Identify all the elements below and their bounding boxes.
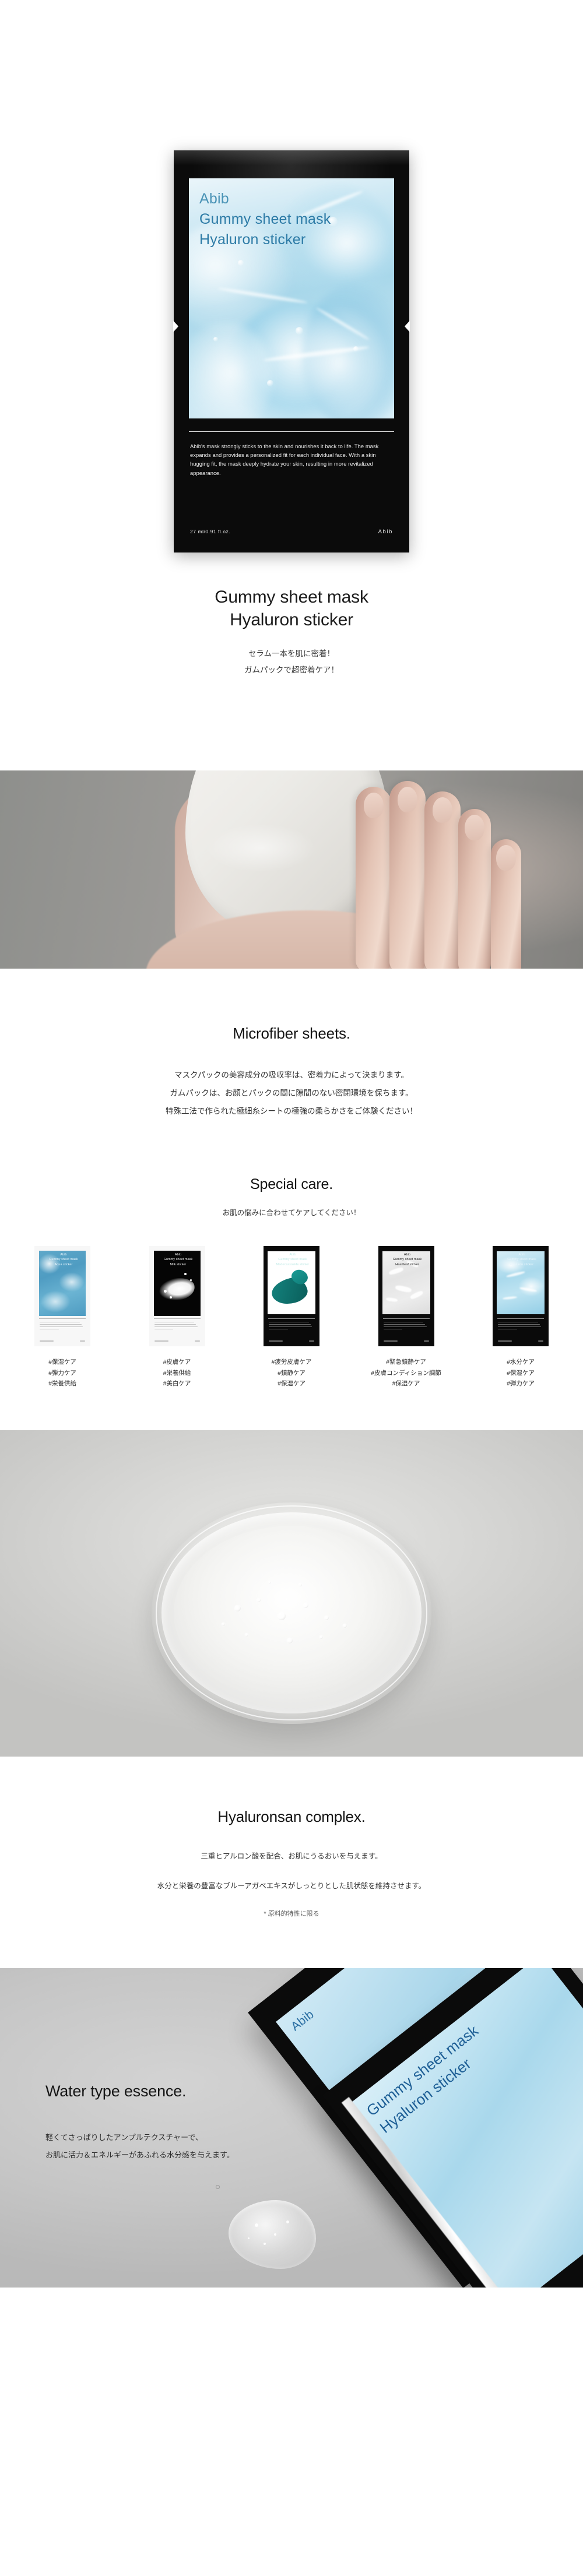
- variant-tag: #緊急鎮静ケア: [386, 1358, 426, 1366]
- microfiber-body: マスクパックの美容成分の吸収率は、密着力によって決まります。 ガムパックは、お顔…: [0, 1066, 583, 1120]
- product-package-hero: Abib Gummy sheet mask Hyaluron sticker A…: [173, 150, 410, 552]
- variant-line2: Hyaluron sticker: [510, 1262, 534, 1266]
- variant-package-aqua: Abib Gummy sheet mask Aqua sticker: [34, 1245, 90, 1346]
- variant-tag: #皮膚ケア: [163, 1358, 191, 1366]
- variant-tag: #疲労皮膚ケア: [271, 1358, 312, 1366]
- variant-line1: Gummy sheet mask: [392, 1258, 422, 1262]
- variant-line1: Gummy sheet mask: [163, 1258, 193, 1262]
- variant-brand: Abib: [60, 1252, 67, 1257]
- serum-dish-photo-section: [0, 1430, 583, 1757]
- hyaluronsan-note: * 原料的特性に限る: [264, 1910, 319, 1917]
- package-notch-left: [173, 321, 178, 332]
- variant-package-heartleaf: Abib Gummy sheet mask Heartleaf sticker: [378, 1245, 434, 1346]
- package-brand: Abib: [199, 191, 229, 207]
- water-essence-heading: Water type essence.: [45, 2082, 187, 2100]
- hyaluronsan-body-line2: 水分と栄養の豊富なブルーアガベエキスがしっとりとした肌状態を維持させます。: [157, 1881, 426, 1890]
- microfiber-body-line2: ガムパックは、お顔とパックの間に隙間のない密閉環境を保ちます。: [170, 1089, 413, 1098]
- variant-line1: Gummy sheet mask: [49, 1258, 78, 1262]
- serum-liquid: [174, 1525, 409, 1701]
- variant-tag: #水分ケア: [507, 1358, 535, 1366]
- variant-tag: #保湿ケア: [48, 1358, 76, 1366]
- variant-package-text-hyaluron: Abib Gummy sheet mask Hyaluron sticker: [500, 1252, 544, 1268]
- variant-package-text-heartleaf: Abib Gummy sheet mask Heartleaf sticker: [385, 1252, 430, 1268]
- page-subtitle-line1: セラム一本を肌に密着！: [248, 649, 335, 658]
- variant-item-aqua[interactable]: Abib Gummy sheet mask Aqua sticker #保湿ケア…: [8, 1245, 117, 1389]
- variant-tags-aqua: #保湿ケア #弾力ケア #栄養供給: [48, 1357, 76, 1389]
- special-care-lead: お肌の悩みに合わせてケアしてください！: [222, 1209, 361, 1217]
- package-title-line1: Gummy sheet mask: [199, 211, 331, 227]
- variant-brand: Abib: [403, 1252, 411, 1257]
- special-care-heading: Special care.: [250, 1176, 333, 1193]
- package-description: Abib's mask strongly sticks to the skin …: [190, 443, 379, 476]
- variant-package-text-madecassoside: Abib Gummy sheet mask Madecassoside stic…: [271, 1252, 315, 1268]
- variant-package-text-milk: Abib Gummy sheet mask Milk sticker: [156, 1252, 201, 1268]
- water-essence-section: Abib Gummy sheet mask Hyaluron sticker W…: [0, 1968, 583, 2288]
- water-essence-body: 軽くてさっぱりしたアンプルテクスチャーで、 お肌に活力＆エネルギーがあふれる水分…: [45, 2129, 234, 2164]
- water-essence-body-line2: お肌に活力＆エネルギーがあふれる水分感を与えます。: [45, 2150, 234, 2159]
- page-title: Gummy sheet mask Hyaluron sticker: [0, 586, 583, 631]
- variant-package-milk: Abib Gummy sheet mask Milk sticker: [149, 1245, 205, 1346]
- product-detail-page: Abib Gummy sheet mask Hyaluron sticker A…: [0, 0, 583, 2288]
- variant-tags-madecassoside: #疲労皮膚ケア #鎮静ケア #保湿ケア: [272, 1357, 312, 1389]
- variant-package-text-aqua: Abib Gummy sheet mask Aqua sticker: [41, 1252, 86, 1268]
- variant-tag: #栄養供給: [48, 1380, 76, 1388]
- package-divider: [189, 431, 394, 432]
- package-volume: 27 ml/0.91 fl.oz.: [190, 529, 231, 534]
- page-subtitle-line2: ガムパックで超密着ケア！: [244, 665, 339, 674]
- microfiber-heading: Microfiber sheets.: [233, 1025, 350, 1042]
- variant-tag: #皮膚コンディション調節: [371, 1369, 441, 1377]
- package-footer: 27 ml/0.91 fl.oz. Abib: [190, 529, 393, 535]
- variant-brand: Abib: [174, 1252, 182, 1257]
- hero-section: Abib Gummy sheet mask Hyaluron sticker A…: [0, 0, 583, 770]
- page-title-line1: Gummy sheet mask: [215, 587, 368, 607]
- variant-package-hyaluron: Abib Gummy sheet mask Hyaluron sticker: [493, 1245, 549, 1346]
- special-care-section: Special care. お肌の悩みに合わせてケアしてください！ Abib G…: [0, 1171, 583, 1430]
- variant-item-heartleaf[interactable]: Abib Gummy sheet mask Heartleaf sticker …: [352, 1245, 461, 1389]
- variant-tags-milk: #皮膚ケア #栄養供給 #美白ケア: [163, 1357, 191, 1389]
- variant-tags-heartleaf: #緊急鎮静ケア #皮膚コンディション調節 #保湿ケア: [371, 1357, 441, 1389]
- variant-item-madecassoside[interactable]: Abib Gummy sheet mask Madecassoside stic…: [237, 1245, 346, 1389]
- page-title-line2: Hyaluron sticker: [230, 610, 353, 629]
- gel-bubble-small: [216, 2184, 220, 2189]
- package-brand-block: Abib Gummy sheet mask Hyaluron sticker: [199, 189, 386, 250]
- variant-brand: Abib: [518, 1252, 525, 1257]
- variant-line1: Gummy sheet mask: [507, 1258, 536, 1262]
- model-hand: [356, 781, 548, 969]
- page-subtitle: セラム一本を肌に密着！ ガムパックで超密着ケア！: [0, 646, 583, 678]
- variant-line2: Aqua sticker: [54, 1262, 73, 1266]
- water-essence-body-line1: 軽くてさっぱりしたアンプルテクスチャーで、: [45, 2132, 203, 2142]
- variant-item-hyaluron[interactable]: Abib Gummy sheet mask Hyaluron sticker #…: [466, 1245, 575, 1389]
- variant-tag: #弾力ケア: [48, 1369, 76, 1377]
- variant-line1: Gummy sheet mask: [278, 1258, 307, 1262]
- package-notch-right: [405, 321, 410, 332]
- variant-tag: #保湿ケア: [507, 1369, 535, 1377]
- variant-line2: Madecassoside sticker: [276, 1262, 310, 1266]
- variant-tag: #美白ケア: [163, 1380, 191, 1388]
- variant-line2: Heartleaf sticker: [395, 1262, 419, 1266]
- package-brand-mark: Abib: [378, 529, 393, 535]
- variant-package-madecassoside: Abib Gummy sheet mask Madecassoside stic…: [264, 1245, 319, 1346]
- variant-tag: #栄養供給: [163, 1369, 191, 1377]
- microfiber-section: Microfiber sheets. マスクパックの美容成分の吸収率は、密着力に…: [0, 969, 583, 1172]
- microfiber-body-line3: 特殊工法で作られた極細糸シートの極強の柔らかさをご体験ください！: [166, 1107, 417, 1116]
- model-photo-section: [0, 770, 583, 969]
- microfiber-body-line1: マスクパックの美容成分の吸収率は、密着力によって決まります。: [174, 1071, 409, 1079]
- variant-tag: #保湿ケア: [278, 1380, 305, 1388]
- hyaluronsan-heading: Hyaluronsan complex.: [217, 1807, 366, 1825]
- variant-tags-hyaluron: #水分ケア #保湿ケア #弾力ケア: [507, 1357, 535, 1389]
- variant-line2: Milk sticker: [170, 1262, 187, 1266]
- variant-tag: #保湿ケア: [392, 1380, 420, 1388]
- variant-brand: Abib: [289, 1252, 296, 1257]
- variant-list: Abib Gummy sheet mask Aqua sticker #保湿ケア…: [0, 1245, 583, 1389]
- variant-tag: #弾力ケア: [507, 1380, 535, 1388]
- hyaluronsan-body-line1: 三重ヒアルロン酸を配合、お肌にうるおいを与えます。: [201, 1852, 382, 1860]
- hyaluronsan-section: Hyaluronsan complex. 三重ヒアルロン酸を配合、お肌にうるおい…: [0, 1756, 583, 1968]
- package-title-line2: Hyaluron sticker: [199, 231, 306, 248]
- package-body: Abib Gummy sheet mask Hyaluron sticker A…: [173, 150, 410, 552]
- variant-tag: #鎮静ケア: [278, 1369, 305, 1377]
- variant-item-milk[interactable]: Abib Gummy sheet mask Milk sticker #皮膚ケア…: [123, 1245, 231, 1389]
- package-top-sheen: [174, 150, 409, 166]
